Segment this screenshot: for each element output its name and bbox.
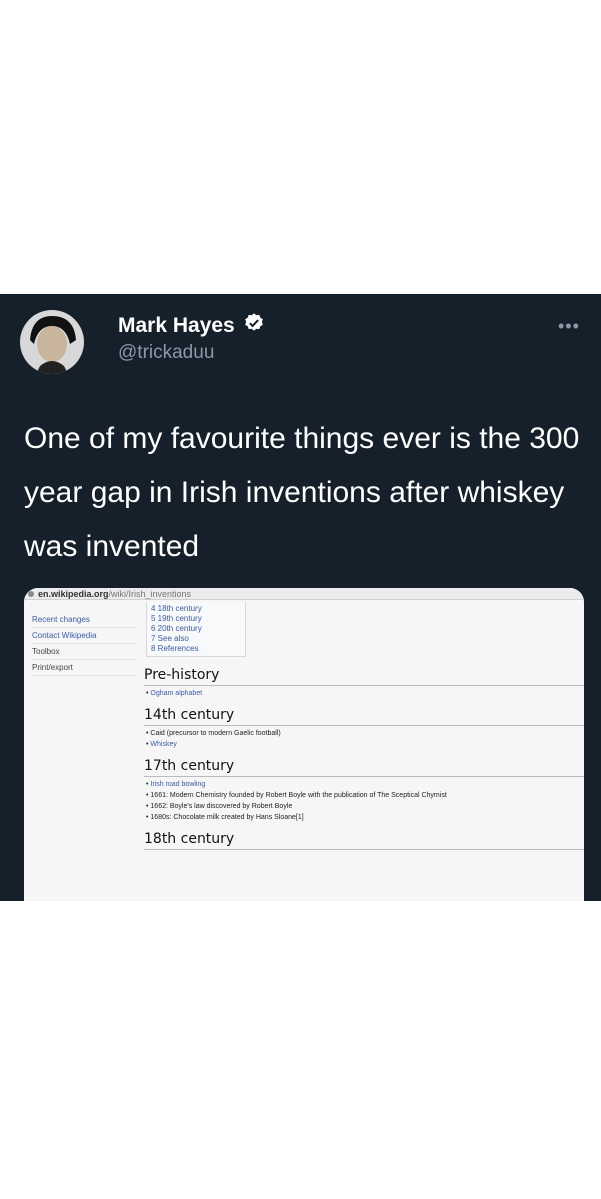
list-item: Ogham alphabet xyxy=(146,690,584,697)
toc-item: 7 See also xyxy=(151,634,189,643)
list-item: Caid (precursor to modern Gaelic footbal… xyxy=(146,730,584,737)
list-item: 1680s: Chocolate milk created by Hans Sl… xyxy=(146,814,584,821)
avatar[interactable] xyxy=(20,310,84,374)
toc-item: 5 19th century xyxy=(151,614,202,623)
author-name[interactable]: Mark Hayes xyxy=(118,314,235,338)
attached-screenshot[interactable]: en.wikipedia.org/wiki/Irish_inventions R… xyxy=(24,588,584,901)
browser-url-bar: en.wikipedia.org/wiki/Irish_inventions xyxy=(24,588,584,600)
author-handle[interactable]: @trickaduu xyxy=(118,342,214,364)
url-path: /wiki/Irish_inventions xyxy=(108,589,192,599)
more-horizontal-icon[interactable]: ••• xyxy=(558,316,580,337)
list-item: Whiskey xyxy=(146,741,584,748)
author-row: Mark Hayes xyxy=(118,312,265,339)
url-domain: en.wikipedia.org xyxy=(38,589,109,599)
wiki-sidebar: Recent changes Contact Wikipedia Toolbox… xyxy=(32,612,136,676)
table-of-contents: 4 18th century 5 19th century 6 20th cen… xyxy=(146,602,246,657)
section-heading: 14th century xyxy=(144,707,584,726)
list-item: Irish road bowling xyxy=(146,781,584,788)
verified-badge-icon xyxy=(243,312,265,339)
wiki-content: 4 18th century 5 19th century 6 20th cen… xyxy=(142,602,584,854)
section-heading: 17th century xyxy=(144,758,584,777)
tweet-text: One of my favourite things ever is the 3… xyxy=(24,422,580,563)
section-heading: Pre-history xyxy=(144,667,584,686)
list-item: 1661: Modern Chemistry founded by Robert… xyxy=(146,792,584,799)
section-heading: 18th century xyxy=(144,831,584,850)
sidebar-link: Print/export xyxy=(32,660,136,676)
toc-item: 6 20th century xyxy=(151,624,202,633)
sidebar-link: Recent changes xyxy=(32,612,136,628)
lock-icon xyxy=(28,591,34,597)
list-item: 1662: Boyle's law discovered by Robert B… xyxy=(146,803,584,810)
toc-item: 4 18th century xyxy=(151,604,202,613)
sidebar-link: Contact Wikipedia xyxy=(32,628,136,644)
sidebar-link: Toolbox xyxy=(32,644,136,660)
toc-item: 8 References xyxy=(151,644,199,653)
tweet-card: Mark Hayes @trickaduu ••• One of my favo… xyxy=(0,294,601,901)
